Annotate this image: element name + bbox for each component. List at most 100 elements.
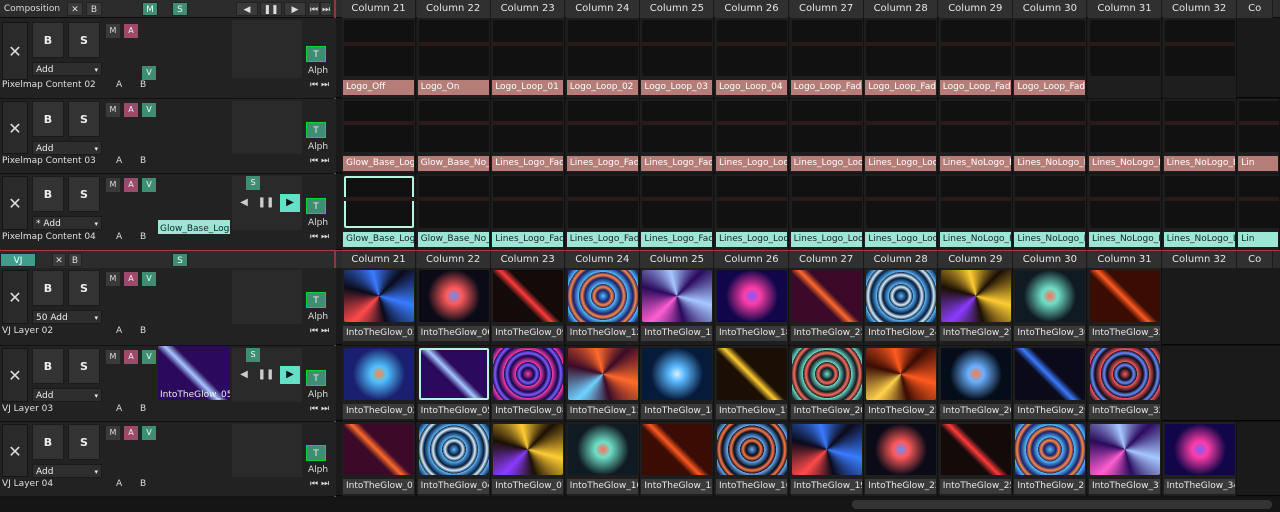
first-clip-icon[interactable]: ⏮	[310, 156, 318, 166]
clip-slot[interactable]: IntoTheGlow_14	[640, 346, 715, 421]
alpha-a-button[interactable]: A	[124, 178, 138, 192]
clip-thumbnail[interactable]	[344, 424, 414, 475]
clip-slot[interactable]: Logo_Loop_Fade_03	[938, 18, 1013, 98]
clip-slot[interactable]: IntoTheGlow_25	[938, 422, 1013, 496]
clip-thumbnail[interactable]	[493, 270, 564, 322]
clip-thumbnail[interactable]	[493, 176, 564, 228]
clip-thumbnail[interactable]	[1090, 270, 1160, 322]
solo-button[interactable]: S	[68, 348, 100, 384]
prev-icon[interactable]: ◀	[236, 2, 258, 16]
blend-mode-select[interactable]: 50 Add ▾	[32, 310, 102, 324]
clip-label[interactable]: IntoTheGlow_13	[641, 479, 713, 494]
clip-slot[interactable]: IntoTheGlow_07	[491, 422, 566, 496]
transparency-toggle[interactable]: T	[306, 198, 326, 214]
last-clip-icon[interactable]: ⏭	[321, 326, 329, 336]
bypass-button[interactable]: B	[32, 424, 64, 460]
clip-thumbnail[interactable]	[642, 348, 713, 400]
clip-label[interactable]: IntoTheGlow_26	[939, 404, 1011, 419]
clip-label[interactable]: IntoTheGlow_06	[417, 326, 489, 341]
blend-mode-select[interactable]: Add ▾	[32, 141, 102, 155]
clip-slot[interactable]: IntoTheGlow_23	[864, 346, 939, 421]
clear-layer-button[interactable]: ✕	[2, 270, 28, 324]
column-header[interactable]: Column 31	[1088, 251, 1162, 269]
clip-slot[interactable]: IntoTheGlow_16	[715, 422, 789, 496]
deck2-close-button[interactable]: ✕	[52, 253, 66, 267]
clip-label[interactable]: IntoTheGlow_11	[566, 404, 638, 419]
clip-slot[interactable]: Logo_Loop_Fade_02	[864, 18, 939, 98]
clip-slot[interactable]: Lines_Logo_Fade_...	[640, 99, 715, 173]
clip-thumbnail[interactable]	[418, 101, 489, 152]
clip-slot[interactable]: Lines_NoLogo_Fa	[938, 174, 1013, 250]
prev-icon[interactable]: ◀	[234, 366, 254, 384]
column-header[interactable]: Column 29	[938, 251, 1013, 269]
clip-label[interactable]: IntoTheGlow_30_...	[1014, 326, 1086, 341]
clip-label[interactable]: IntoTheGlow_14	[641, 404, 713, 419]
video-toggle[interactable]: V	[142, 272, 156, 286]
clip-label[interactable]: IntoTheGlow_04	[417, 479, 489, 494]
clip-label[interactable]: Lines_Logo_Loop02	[790, 156, 862, 171]
column-header[interactable]: Column 24	[565, 251, 640, 269]
crossfade-a[interactable]: A	[116, 156, 122, 166]
column-header[interactable]: Column 25	[640, 251, 715, 269]
clip-thumbnail[interactable]	[791, 101, 862, 152]
column-header[interactable]: Column 27	[789, 0, 864, 18]
composition-title[interactable]: Composition	[0, 2, 64, 16]
crossfade-a[interactable]: A	[116, 479, 122, 489]
solo-button[interactable]: S	[68, 176, 100, 212]
clip-thumbnail[interactable]	[418, 424, 489, 475]
clip-label[interactable]: Logo_Loop_04	[716, 80, 787, 95]
clip-thumbnail[interactable]	[1090, 20, 1160, 76]
clip-label[interactable]: Lines_NoLogo_Lo	[1163, 232, 1235, 247]
clip-slot[interactable]: Lines_NoLogo_Fa	[1088, 174, 1162, 250]
clip-thumbnail[interactable]	[717, 101, 787, 152]
clip-thumbnail[interactable]	[1015, 270, 1086, 322]
column-header[interactable]: Column 21	[342, 251, 416, 269]
first-icon[interactable]: ⏮	[308, 2, 320, 16]
clip-thumbnail[interactable]	[642, 424, 713, 475]
clip-slot[interactable]: IntoTheGlow_15	[640, 268, 715, 345]
clip-label[interactable]: Logo_Loop_Fade_04	[1014, 80, 1086, 95]
clip-thumbnail[interactable]	[567, 176, 638, 228]
clip-thumbnail[interactable]	[1090, 176, 1160, 228]
clip-thumbnail[interactable]	[642, 176, 713, 228]
column-header[interactable]: Column 30	[1013, 0, 1088, 18]
clip-slot[interactable]: IntoTheGlow_29_...	[1013, 346, 1088, 421]
blend-mode-select[interactable]: * Add ▾	[32, 216, 102, 230]
transparency-toggle[interactable]: T	[306, 46, 326, 62]
clip-label[interactable]: Logo_On	[417, 80, 489, 95]
bypass-button[interactable]: B	[32, 348, 64, 384]
clip-slot[interactable]: Logo_Loop_Fade_01	[789, 18, 864, 98]
clip-label[interactable]: Logo_Loop_01	[492, 80, 564, 95]
clip-label[interactable]: Logo_Loop_Fade_02	[865, 80, 937, 95]
clip-label[interactable]: Logo_Loop_Fade_03	[939, 80, 1011, 95]
clip-thumbnail[interactable]	[940, 348, 1011, 400]
clip-label[interactable]: IntoTheGlow_17	[716, 404, 787, 419]
clip-thumbnail[interactable]	[567, 101, 638, 152]
crossfade-b[interactable]: B	[140, 156, 146, 166]
crossfade-a[interactable]: A	[116, 232, 122, 242]
clip-thumbnail[interactable]	[717, 176, 787, 228]
play-icon[interactable]: ▶	[280, 194, 300, 212]
clip-thumbnail[interactable]	[418, 176, 489, 228]
clip-thumbnail[interactable]	[344, 176, 414, 228]
clip-thumbnail[interactable]	[1015, 101, 1086, 152]
clip-label[interactable]: Logo_Off	[343, 80, 414, 95]
transparency-toggle[interactable]: T	[306, 122, 326, 138]
clip-label[interactable]: IntoTheGlow_02	[343, 404, 414, 419]
bypass-button[interactable]: B	[32, 270, 64, 306]
clip-thumbnail[interactable]	[642, 101, 713, 152]
clip-label[interactable]: Lines_NoLogo_Fa	[1014, 232, 1086, 247]
clip-thumbnail[interactable]	[344, 20, 414, 76]
clip-slot[interactable]: Logo_Loop_04	[715, 18, 789, 98]
scrollbar-thumb[interactable]	[852, 500, 1272, 509]
clip-slot[interactable]: Lines_Logo_Fade	[565, 174, 640, 250]
clip-slot[interactable]: IntoTheGlow_19	[789, 422, 864, 496]
clip-label[interactable]: IntoTheGlow_22	[865, 479, 937, 494]
column-header[interactable]: Column 29	[938, 0, 1013, 18]
clear-layer-button[interactable]: ✕	[2, 176, 28, 230]
video-toggle[interactable]: V	[142, 178, 156, 192]
clip-slot[interactable]: Lines_NoLogo_Fa	[1013, 174, 1088, 250]
crossfade-b[interactable]: B	[140, 326, 146, 336]
clip-slot[interactable]: Lines_Logo_Fade_...	[491, 99, 566, 173]
clip-slot[interactable]: Logo_On	[416, 18, 491, 98]
